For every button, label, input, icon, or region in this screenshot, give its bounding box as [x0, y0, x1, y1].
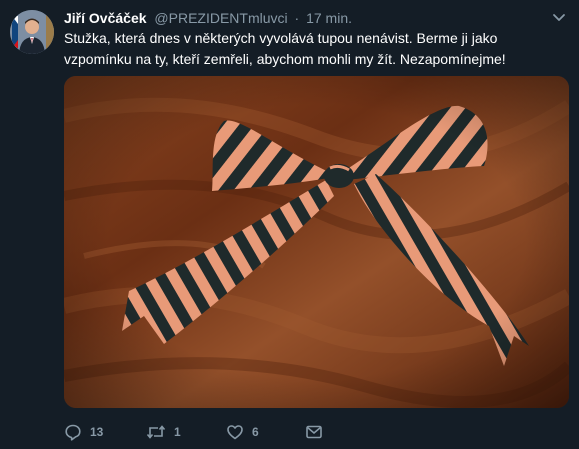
tweet-header: Jiří Ovčáček @PREZIDENTmluvci · 17 min. — [64, 9, 549, 27]
separator-dot: · — [294, 10, 300, 26]
direct-message-button[interactable] — [305, 422, 323, 442]
tweet-media-image[interactable] — [64, 76, 569, 408]
like-count: 6 — [252, 425, 259, 439]
tweet-text: Stužka, která dnes v některých vyvolává … — [64, 30, 506, 67]
ribbon-bow-photo — [64, 76, 569, 408]
tweet-timestamp[interactable]: 17 min. — [306, 10, 352, 26]
avatar-image — [10, 10, 54, 54]
retweet-icon — [146, 423, 166, 441]
retweet-button[interactable]: 1 — [146, 422, 181, 442]
reply-icon — [64, 423, 82, 441]
chevron-down-icon[interactable] — [551, 11, 567, 25]
tweet: Jiří Ovčáček @PREZIDENTmluvci · 17 min. … — [0, 0, 579, 449]
author-handle[interactable]: @PREZIDENTmluvci — [154, 10, 287, 26]
author-name[interactable]: Jiří Ovčáček — [64, 10, 147, 26]
retweet-count: 1 — [174, 425, 181, 439]
envelope-icon — [305, 423, 323, 441]
reply-count: 13 — [90, 425, 104, 439]
like-button[interactable]: 6 — [226, 422, 259, 442]
reply-button[interactable]: 13 — [64, 422, 103, 442]
tweet-actions: 13 1 6 — [64, 418, 564, 446]
heart-icon — [226, 423, 244, 441]
avatar[interactable] — [10, 10, 54, 54]
